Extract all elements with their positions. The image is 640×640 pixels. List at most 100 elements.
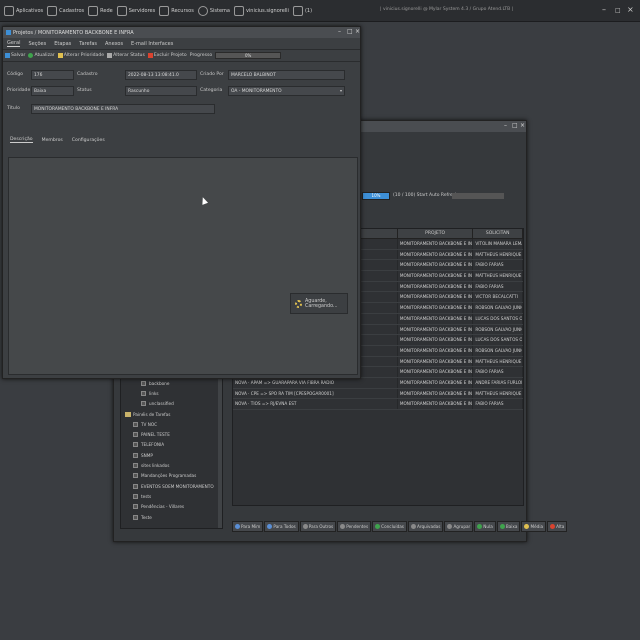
tab-email-interfaces[interactable]: E-mail Interfaces [131,41,173,47]
filter-icon [302,523,308,529]
tab-tarefas[interactable]: Tarefas [79,41,97,47]
table-row[interactable]: NOVA · TIOS => RJ/EVNA EST MONITORAMENTO … [233,399,523,410]
tree-item[interactable]: unclassified [121,399,222,409]
status-field[interactable]: Rascunho [125,86,197,96]
project-close-button[interactable]: × [355,28,360,35]
tree-item[interactable]: Pendências - Villares [121,502,222,512]
tree-item-label: Mandanções Programadas [141,473,197,479]
change-priority-button[interactable]: Alterar Prioridade [57,53,104,58]
table-row[interactable]: NOVA · CPE => SPO RA TIM [CPESPOGAR0001]… [233,388,523,400]
filter-button[interactable]: Alta [547,520,568,532]
filter-button-label: Para Mim [241,523,261,529]
minimize-button[interactable]: – [602,5,606,14]
tree-item[interactable]: Mandanções Programadas [121,471,222,481]
filter-icon [340,523,346,529]
project-maximize-button[interactable]: □ [347,28,353,35]
table-cell-c2: MONITORAMENTO BACKBONE E INFRA [398,303,474,313]
auto-refresh-bar [452,193,504,199]
tree-item[interactable]: links [121,388,222,398]
criado-por-field[interactable]: MARCELO BALBINOT [228,70,345,80]
apps-icon [4,5,14,16]
grid-icon [47,5,58,16]
cadastro-label: Cadastro [77,72,98,77]
panel-icon [133,463,138,469]
table-row[interactable]: NOVA · APAM => GUARAPARA VIA FIBRA RADIO… [233,377,523,389]
taskbar-rede[interactable]: Rede [88,2,113,20]
filter-button[interactable]: Concluídas [372,520,407,532]
close-button[interactable]: × [627,5,634,14]
taskbar-apps[interactable]: Aplicativos [4,2,43,20]
tree-item[interactable]: backbone [121,378,222,388]
filter-button[interactable]: Agrupar [444,520,474,532]
filter-button-label: Para Todos [273,523,296,529]
taskbar-user[interactable]: vinicius.signorelli [233,2,289,20]
cadastro-field[interactable]: 2022-08-13 13:08:41.0 [125,70,197,80]
filter-button[interactable]: Para Outros [299,520,337,532]
tree-item[interactable]: Teste [121,512,222,522]
change-status-button[interactable]: Alterar Status [107,53,145,58]
panel-icon [133,432,138,438]
tree-item[interactable]: TELEFONIA [121,440,222,450]
filter-button-label: Alta [556,523,565,529]
table-cell-c3: LUCAS DOS SANTOS OLI [473,335,523,345]
taskbar-cadastros[interactable]: Cadastros [47,2,84,20]
tree-item[interactable]: SNMP [121,450,222,460]
table-cell-c3: FABIO FARIAS [473,399,523,409]
prioridade-field[interactable]: Baixa [31,86,74,96]
tree-item[interactable]: sites linkados [121,460,222,470]
titulo-field[interactable]: MONITORAMENTO BACKBONE E INFRA [31,104,215,114]
tree-item[interactable]: TV NOC [121,419,222,429]
description-panel[interactable] [8,157,358,375]
project-minimize-button[interactable]: – [338,28,341,35]
save-button[interactable]: Salvar [5,53,25,58]
filter-button[interactable]: Nula [474,520,496,532]
subtab-configuracoes[interactable]: Configurações [72,138,105,143]
chevron-down-icon[interactable]: ▾ [340,88,342,93]
filter-button-label: Baixa [505,523,518,529]
delete-project-button[interactable]: Excluir Projeto [147,53,187,58]
tasks-progress-text[interactable]: (10 / 100) Start Auto Refresh [393,193,458,198]
taskbar-servidores[interactable]: Servidores [116,2,155,20]
project-window-titlebar[interactable]: Projetos / MONITORAMENTO BACKBONE E INFR… [3,27,360,38]
status-icon [107,53,113,58]
filter-button[interactable]: Para Todos [264,520,299,532]
tab-etapas[interactable]: Etapas [54,41,71,47]
refresh-button[interactable]: Atualizar [28,53,55,58]
tree-item[interactable]: tests [121,491,222,501]
tab-geral[interactable]: Geral [7,40,21,47]
maximize-button[interactable]: □ [615,7,621,14]
column-header-solicitante[interactable]: SOLICITAN [473,229,523,238]
filter-button[interactable]: Para Mim [232,520,264,532]
codigo-field[interactable]: 176 [31,70,74,80]
taskbar-sistema[interactable]: Sistema [197,2,230,20]
panel-icon [141,390,146,396]
tab-anexos[interactable]: Anexos [105,41,123,47]
tree-item-label: EVENTOS SOEM MONITORAMENTO [141,483,214,489]
panel-icon [133,483,138,489]
filter-button[interactable]: Arquivadas [407,520,444,532]
tree-item[interactable]: PAINEL TESTE [121,429,222,439]
taskbar-notifications[interactable]: (1) [292,2,312,20]
tree-item[interactable]: EVENTOS SOEM MONITORAMENTO [121,481,222,491]
categoria-label: Categoria [200,88,223,93]
categoria-select[interactable]: OA - MONITORAMENTO [228,86,345,96]
filter-button[interactable]: Pendentes [337,520,372,532]
tasks-close-button[interactable]: × [520,122,525,129]
tree-list: backbone links unclassified Painéis de Tare… [121,378,222,522]
tree-item[interactable]: Painéis de Tarefas [121,409,222,419]
taskbar-recursos[interactable]: Recursos [159,2,194,20]
tasks-minimize-button[interactable]: – [504,122,507,129]
filter-button[interactable]: Média [521,520,547,532]
tasks-maximize-button[interactable]: □ [512,122,518,129]
project-progress-bar: 0% [215,52,282,59]
filter-button[interactable]: Baixa [496,520,521,532]
column-header-projeto[interactable]: PROJETO [398,229,474,238]
tree-scrollbar[interactable] [218,378,222,528]
filter-bar: Para Mim Para Todos Para Outros Pendentes Co… [232,519,568,533]
subtab-membros[interactable]: Membros [42,138,63,143]
tree-item-label: SNMP [141,452,153,458]
tab-secoes[interactable]: Seções [28,41,46,47]
user-icon [233,5,244,16]
subtab-descricao[interactable]: Descrição [10,137,33,143]
table-cell-c3: VICTOR BECALCATTI [473,292,523,303]
